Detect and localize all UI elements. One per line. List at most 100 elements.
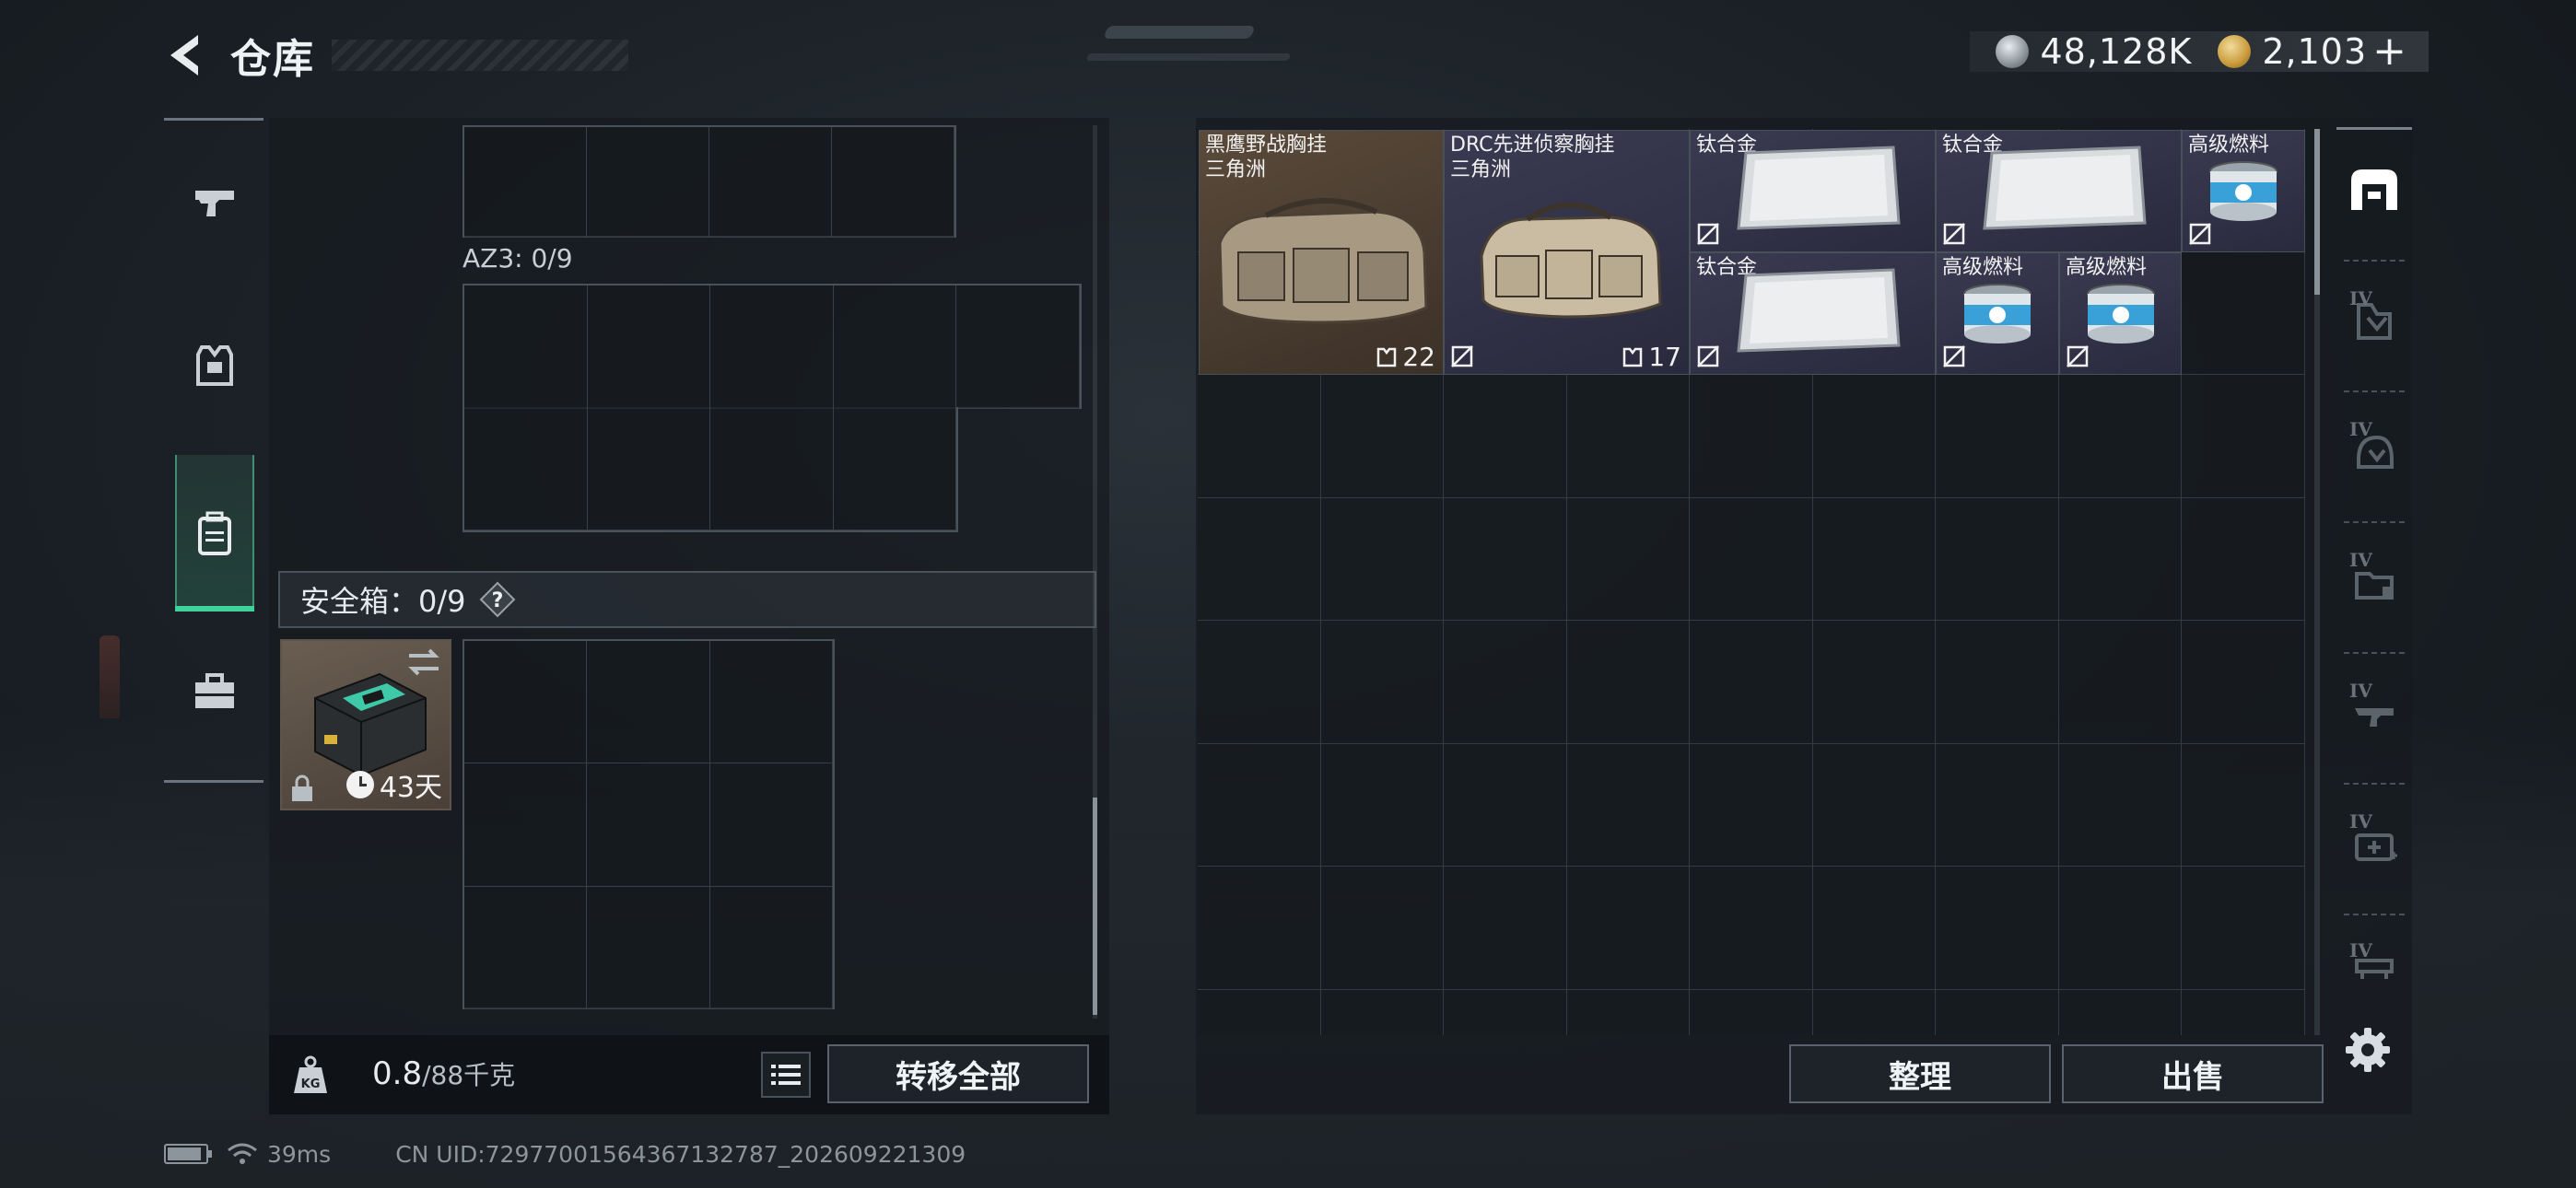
category-all[interactable] (2336, 134, 2412, 245)
grid-cell[interactable] (832, 127, 954, 238)
grid-cell[interactable] (464, 407, 588, 530)
item-titanium-alloy[interactable]: 钛合金 (1690, 130, 1936, 252)
item-drc-recon-chest-rig[interactable]: DRC先进侦察胸挂 三角洲 17 (1444, 130, 1690, 375)
az3-grid-row2[interactable] (463, 407, 958, 532)
grid-cell[interactable] (1690, 989, 1813, 1035)
grid-cell[interactable] (1936, 867, 2059, 990)
grid-cell[interactable] (2182, 497, 2305, 621)
grid-cell[interactable] (1320, 989, 1444, 1035)
grid-cell[interactable] (1320, 743, 1444, 867)
grid-cell[interactable] (1198, 375, 1321, 498)
grid-cell[interactable] (2182, 867, 2305, 990)
item-premium-fuel[interactable]: 高级燃料 (2182, 130, 2305, 252)
grid-cell[interactable] (1812, 867, 1936, 990)
grid-cell[interactable] (1320, 621, 1444, 744)
grid-cell[interactable] (1812, 621, 1936, 744)
grid-cell[interactable] (2182, 621, 2305, 744)
nav-armor[interactable] (175, 326, 254, 405)
nav-backpack[interactable] (175, 455, 254, 611)
grid-cell[interactable] (1444, 375, 1567, 498)
currency-silver[interactable]: 48,128K (1996, 31, 2192, 72)
grid-cell[interactable] (1812, 743, 1936, 867)
left-scrollbar[interactable] (1093, 125, 1097, 1019)
grid-cell[interactable] (1690, 375, 1813, 498)
scroll-thumb[interactable] (2314, 129, 2320, 295)
transfer-all-button[interactable]: 转移全部 (827, 1044, 1089, 1103)
grid-cell[interactable] (2058, 743, 2182, 867)
grid-cell[interactable] (1444, 867, 1567, 990)
grid-cell[interactable] (1936, 497, 2059, 621)
right-scrollbar[interactable] (2314, 129, 2320, 1035)
grid-cell[interactable] (956, 285, 1080, 409)
category-tier-iv-1[interactable]: IV (2336, 265, 2412, 376)
az3-grid-row1[interactable] (463, 284, 1082, 409)
grid-cell[interactable] (2182, 251, 2305, 375)
sell-button[interactable]: 出售 (2062, 1044, 2324, 1103)
nav-weapon[interactable] (175, 164, 254, 243)
grid-cell[interactable] (1198, 497, 1321, 621)
grid-cell[interactable] (464, 763, 588, 887)
grid-cell[interactable] (2058, 989, 2182, 1035)
grid-cell[interactable] (1320, 497, 1444, 621)
grid-cell[interactable] (1566, 867, 1690, 990)
grid-cell[interactable] (1198, 867, 1321, 990)
grid-cell[interactable] (464, 285, 588, 409)
grid-cell[interactable] (1566, 989, 1690, 1035)
category-tier-iv-2[interactable]: IV (2336, 396, 2412, 507)
grid-cell[interactable] (1444, 621, 1567, 744)
grid-cell[interactable] (2182, 743, 2305, 867)
grid-cell[interactable] (1936, 743, 2059, 867)
category-tier-iv-4[interactable]: IV (2336, 658, 2412, 768)
grid-cell[interactable] (1566, 375, 1690, 498)
grid-cell[interactable] (464, 886, 588, 1009)
currency-gold[interactable]: 2,103 + (2218, 31, 2406, 72)
storage-grid-top[interactable] (463, 125, 956, 238)
grid-cell[interactable] (1444, 743, 1567, 867)
grid-cell[interactable] (1198, 621, 1321, 744)
grid-cell[interactable] (1812, 375, 1936, 498)
grid-cell[interactable] (2182, 375, 2305, 498)
grid-cell[interactable] (1198, 743, 1321, 867)
grid-cell[interactable] (587, 285, 711, 409)
list-view-button[interactable] (761, 1052, 811, 1098)
grid-cell[interactable] (1444, 497, 1567, 621)
grid-cell[interactable] (587, 407, 710, 530)
grid-cell[interactable] (1690, 867, 1813, 990)
grid-cell[interactable] (1936, 621, 2059, 744)
grid-cell[interactable] (464, 641, 588, 764)
grid-cell[interactable] (1936, 989, 2059, 1035)
grid-cell[interactable] (2058, 621, 2182, 744)
grid-cell[interactable] (1320, 867, 1444, 990)
grid-cell[interactable] (1566, 743, 1690, 867)
grid-cell[interactable] (710, 285, 834, 409)
grid-cell[interactable] (1198, 989, 1321, 1035)
nav-toolbox[interactable] (175, 652, 254, 731)
grid-cell[interactable] (464, 127, 587, 238)
grid-cell[interactable] (1690, 621, 1813, 744)
grid-cell[interactable] (833, 285, 957, 409)
item-titanium-alloy[interactable]: 钛合金 (1690, 252, 1936, 375)
grid-cell[interactable] (1812, 989, 1936, 1035)
item-premium-fuel[interactable]: 高级燃料 (2059, 252, 2182, 375)
grid-cell[interactable] (587, 127, 709, 238)
grid-cell[interactable] (587, 886, 710, 1009)
safebox-grid[interactable] (463, 639, 835, 1009)
add-currency-button[interactable]: + (2372, 31, 2406, 72)
grid-cell[interactable] (1690, 743, 1813, 867)
settings-button[interactable] (2342, 1024, 2394, 1076)
scroll-thumb[interactable] (1093, 798, 1097, 1015)
grid-cell[interactable] (1566, 621, 1690, 744)
grid-cell[interactable] (1690, 497, 1813, 621)
sort-button[interactable]: 整理 (1789, 1044, 2051, 1103)
item-black-hawk-chest-rig[interactable]: 黑鹰野战胸挂 三角洲 22 (1199, 130, 1444, 375)
back-button[interactable] (164, 29, 206, 81)
grid-cell[interactable] (709, 886, 833, 1009)
grid-cell[interactable] (1444, 989, 1567, 1035)
grid-cell[interactable] (587, 763, 710, 887)
item-titanium-alloy[interactable]: 钛合金 (1936, 130, 2182, 252)
category-tier-iv-5[interactable]: IV (2336, 788, 2412, 899)
grid-cell[interactable] (1320, 375, 1444, 498)
grid-cell[interactable] (2058, 375, 2182, 498)
category-tier-iv-6[interactable]: IV (2336, 919, 2412, 993)
grid-cell[interactable] (1566, 497, 1690, 621)
